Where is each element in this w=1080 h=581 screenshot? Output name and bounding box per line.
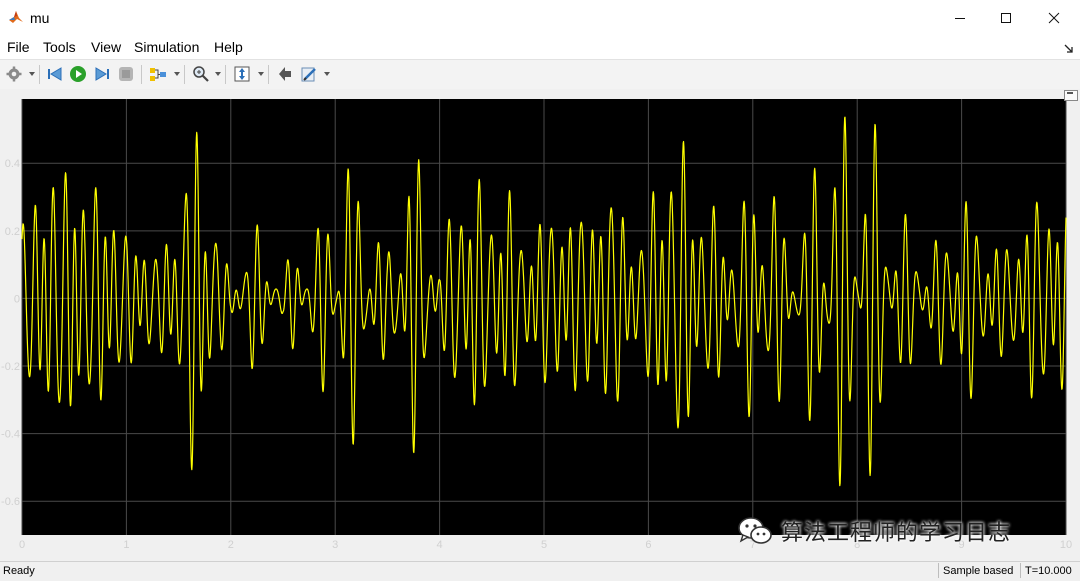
style-icon[interactable]	[300, 65, 318, 83]
autoscale-dropdown-icon[interactable]	[258, 72, 264, 76]
step-forward-icon[interactable]	[93, 65, 111, 83]
toolbar-separator	[184, 65, 185, 84]
y-axis-ticks: -0.6 -0.4 -0.2 0 0.2 0.4	[1, 158, 20, 508]
toolbar-separator	[268, 65, 269, 84]
highlight-signal-icon[interactable]	[149, 65, 167, 83]
dock-arrow-icon[interactable]	[1064, 41, 1074, 53]
maximize-icon	[1001, 12, 1011, 23]
minimize-icon	[955, 17, 965, 19]
x-tick-label: 10	[1060, 539, 1072, 551]
gear-icon[interactable]	[5, 65, 23, 83]
status-ready: Ready	[3, 565, 35, 577]
close-icon	[1048, 12, 1060, 23]
x-tick-label: 5	[541, 539, 547, 551]
title-bar: mu	[0, 0, 1080, 35]
zoom-icon[interactable]	[192, 65, 210, 83]
menu-help[interactable]: Help	[214, 39, 243, 55]
toolbar	[0, 59, 1080, 90]
x-tick-label: 6	[645, 539, 651, 551]
x-tick-label: 2	[228, 539, 234, 551]
x-tick-label: 4	[437, 539, 443, 551]
status-time: T=10.000	[1020, 563, 1080, 578]
matlab-logo-icon	[8, 9, 24, 25]
highlight-dropdown-icon[interactable]	[174, 72, 180, 76]
stop-icon[interactable]	[117, 65, 135, 83]
run-icon[interactable]	[69, 65, 87, 83]
y-tick-label: -0.2	[1, 361, 20, 373]
style-dropdown-icon[interactable]	[324, 72, 330, 76]
y-tick-label: 0	[14, 293, 20, 305]
menu-simulation[interactable]: Simulation	[134, 39, 199, 55]
y-tick-label: -0.6	[1, 496, 20, 508]
minimize-button[interactable]	[936, 0, 984, 35]
menu-view[interactable]: View	[91, 39, 121, 55]
maximize-button[interactable]	[982, 0, 1030, 35]
gear-dropdown-icon[interactable]	[29, 72, 35, 76]
scope-plot[interactable]: -0.6-0.4-0.200.20.4 0 1 2 3 4 5 6 7 8 9 10	[0, 89, 1080, 561]
watermark: 算法工程师的学习日志	[737, 515, 1011, 547]
toolbar-separator	[39, 65, 40, 84]
axes-maximize-button[interactable]	[1064, 90, 1078, 101]
autoscale-icon[interactable]	[233, 65, 251, 83]
status-sample-mode: Sample based	[938, 563, 1018, 578]
menu-tools[interactable]: Tools	[43, 39, 76, 55]
restore-icon[interactable]	[276, 65, 294, 83]
x-tick-label: 3	[332, 539, 338, 551]
y-tick-label: 0.2	[5, 226, 20, 238]
wechat-icon	[738, 517, 772, 544]
x-tick-label: 1	[123, 539, 129, 551]
step-back-icon[interactable]	[46, 65, 64, 83]
y-tick-label: 0.4	[5, 158, 20, 170]
zoom-dropdown-icon[interactable]	[215, 72, 221, 76]
close-button[interactable]	[1030, 0, 1078, 35]
y-tick-label: -0.4	[1, 429, 20, 441]
toolbar-separator	[225, 65, 226, 84]
status-bar: Ready Sample based T=10.000	[0, 561, 1080, 581]
menu-bar: File Tools View Simulation Help	[0, 35, 1080, 59]
x-tick-label: 0	[19, 539, 25, 551]
toolbar-separator	[141, 65, 142, 84]
menu-file[interactable]: File	[7, 39, 30, 55]
watermark-text: 算法工程师的学习日志	[781, 521, 1012, 546]
window-title: mu	[30, 10, 50, 26]
